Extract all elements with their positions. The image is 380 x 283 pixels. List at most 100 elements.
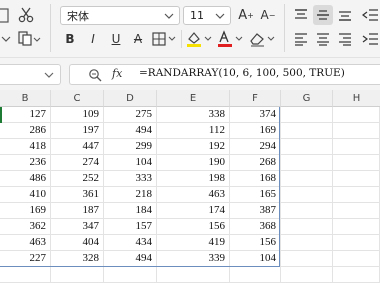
cell-value[interactable]: 174	[157, 203, 230, 219]
cell-value[interactable]: 419	[157, 235, 230, 251]
align-bottom-button[interactable]	[336, 6, 354, 24]
cell-value[interactable]: 333	[104, 171, 157, 187]
empty-cell[interactable]	[333, 267, 380, 283]
empty-cell[interactable]	[281, 235, 333, 251]
decrease-font-size-button[interactable]: A −	[259, 5, 277, 25]
empty-cell[interactable]	[157, 267, 230, 283]
cell-value[interactable]: 192	[157, 139, 230, 155]
cell-value[interactable]: 434	[104, 235, 157, 251]
fx-icon[interactable]: fx	[112, 67, 122, 80]
cell-value[interactable]: 168	[230, 171, 281, 187]
empty-cell[interactable]	[281, 219, 333, 235]
fill-color-button[interactable]	[185, 30, 213, 48]
cell-value[interactable]: 347	[51, 219, 104, 235]
empty-cell[interactable]	[281, 139, 333, 155]
cell-value[interactable]: 494	[104, 251, 157, 267]
cell-value[interactable]: 294	[230, 139, 281, 155]
cell-value[interactable]: 156	[157, 219, 230, 235]
cell-value[interactable]: 447	[51, 139, 104, 155]
increase-indent-button[interactable]	[360, 30, 380, 48]
cell-value[interactable]: 268	[230, 155, 281, 171]
cell-value[interactable]: 157	[104, 219, 157, 235]
cell-value[interactable]: 198	[157, 171, 230, 187]
cell-value[interactable]: 299	[104, 139, 157, 155]
empty-cell[interactable]	[0, 267, 51, 283]
cell-value[interactable]: 486	[0, 171, 51, 187]
cell-value[interactable]: 274	[51, 155, 104, 171]
column-header-F[interactable]: F	[230, 90, 281, 107]
cell-value[interactable]: 463	[0, 235, 51, 251]
empty-cell[interactable]	[281, 267, 333, 283]
empty-cell[interactable]	[51, 267, 104, 283]
cell-value[interactable]: 187	[51, 203, 104, 219]
font-size-select[interactable]: 11	[183, 6, 231, 25]
empty-cell[interactable]	[230, 267, 281, 283]
cell-value[interactable]: 362	[0, 219, 51, 235]
cell-value[interactable]: 252	[51, 171, 104, 187]
cell-value[interactable]: 165	[230, 187, 281, 203]
paste-icon[interactable]	[0, 6, 12, 24]
cell-value[interactable]: 190	[157, 155, 230, 171]
cell-value[interactable]: 127	[0, 107, 51, 123]
cell-value[interactable]: 410	[0, 187, 51, 203]
empty-cell[interactable]	[333, 155, 380, 171]
clear-format-button[interactable]	[248, 30, 276, 48]
empty-cell[interactable]	[104, 267, 157, 283]
cell-value[interactable]: 109	[51, 107, 104, 123]
empty-cell[interactable]	[281, 187, 333, 203]
strikethrough-button[interactable]: A	[130, 30, 146, 48]
formula-input[interactable]: fx =RANDARRAY(10, 6, 100, 500, TRUE)	[69, 64, 380, 85]
font-color-button[interactable]	[216, 30, 244, 48]
cell-value[interactable]: 463	[157, 187, 230, 203]
borders-button[interactable]	[152, 30, 178, 48]
cell-value[interactable]: 169	[0, 203, 51, 219]
empty-cell[interactable]	[333, 139, 380, 155]
cell-value[interactable]: 197	[51, 123, 104, 139]
underline-button[interactable]: U	[108, 30, 124, 48]
cell-value[interactable]: 339	[157, 251, 230, 267]
decrease-indent-button[interactable]	[360, 6, 380, 24]
empty-cell[interactable]	[333, 107, 380, 123]
align-right-button[interactable]	[336, 30, 354, 48]
empty-cell[interactable]	[333, 251, 380, 267]
empty-cell[interactable]	[333, 203, 380, 219]
column-header-B[interactable]: B	[0, 90, 51, 107]
empty-cell[interactable]	[281, 203, 333, 219]
cell-value[interactable]: 404	[51, 235, 104, 251]
column-header-G[interactable]: G	[281, 90, 333, 107]
cell-value[interactable]: 338	[157, 107, 230, 123]
cell-value[interactable]: 374	[230, 107, 281, 123]
column-header-E[interactable]: E	[157, 90, 230, 107]
cell-value[interactable]: 368	[230, 219, 281, 235]
cell-value[interactable]: 418	[0, 139, 51, 155]
empty-cell[interactable]	[281, 155, 333, 171]
cell-value[interactable]: 104	[230, 251, 281, 267]
cut-icon[interactable]	[16, 6, 36, 24]
cell-value[interactable]: 361	[51, 187, 104, 203]
empty-cell[interactable]	[281, 107, 333, 123]
cell-value[interactable]: 227	[0, 251, 51, 267]
empty-cell[interactable]	[281, 123, 333, 139]
cell-value[interactable]: 184	[104, 203, 157, 219]
empty-cell[interactable]	[281, 171, 333, 187]
cell-value[interactable]: 275	[104, 107, 157, 123]
cell-value[interactable]: 236	[0, 155, 51, 171]
empty-cell[interactable]	[333, 171, 380, 187]
column-header-D[interactable]: D	[104, 90, 157, 107]
name-box[interactable]	[0, 64, 61, 85]
cell-value[interactable]: 218	[104, 187, 157, 203]
align-middle-button[interactable]	[313, 5, 333, 25]
cell-value[interactable]: 169	[230, 123, 281, 139]
cell-value[interactable]: 494	[104, 123, 157, 139]
empty-cell[interactable]	[333, 123, 380, 139]
cell-value[interactable]: 156	[230, 235, 281, 251]
cell-value[interactable]: 104	[104, 155, 157, 171]
cell-value[interactable]: 286	[0, 123, 51, 139]
align-left-button[interactable]	[292, 30, 310, 48]
increase-font-size-button[interactable]: A +	[237, 5, 255, 25]
empty-cell[interactable]	[333, 219, 380, 235]
paste-dropdown-icon[interactable]	[0, 31, 12, 47]
align-top-button[interactable]	[292, 6, 310, 24]
empty-cell[interactable]	[333, 235, 380, 251]
cell-value[interactable]: 387	[230, 203, 281, 219]
